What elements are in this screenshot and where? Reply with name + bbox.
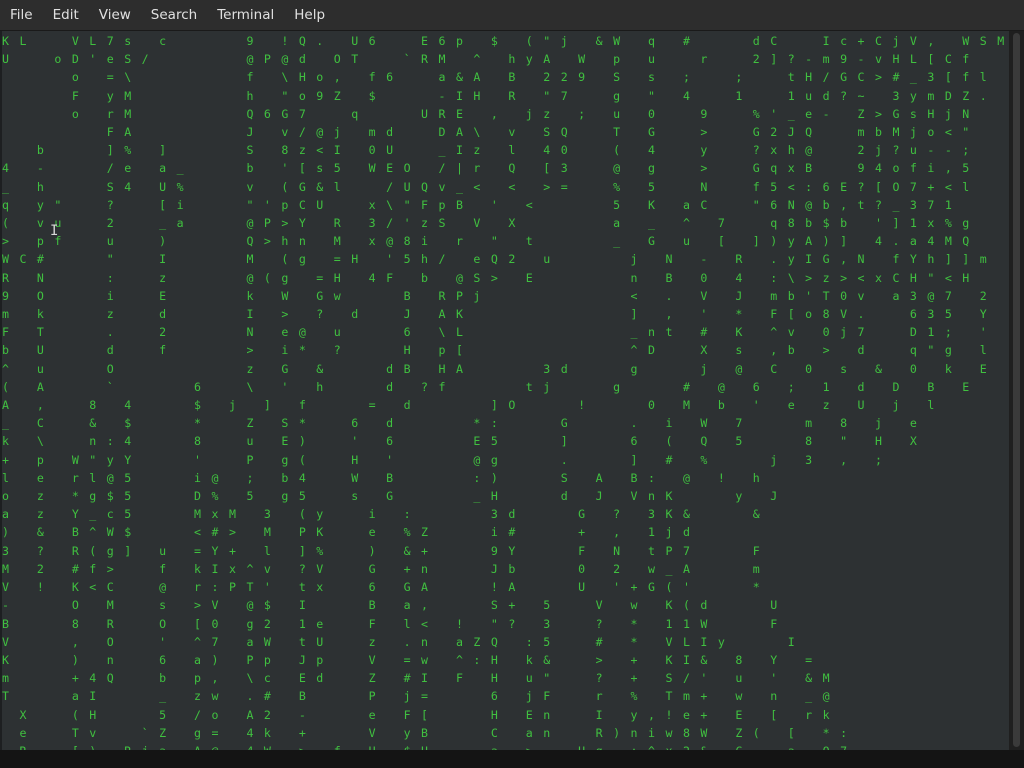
scrollbar-thumb[interactable] [1013,33,1020,747]
terminal-line: b U d f > i * ? H p [ ^ D X s , b > d q … [2,343,989,358]
terminal-line: U o D ' e S / @ P @ d O T ` R M ^ h y A … [2,52,972,67]
terminal-line: o = \ f \ H o , f 6 a & A B 2 2 9 S s ; … [2,70,989,85]
terminal-line: T a I _ z w . # B P j = 6 j F r % T m + … [2,689,832,704]
terminal-line: q y " ? [ i " ' p C U x \ " F p B ' < 5 … [2,197,954,212]
terminal-line: F y M h " o 9 Z $ - I H R " 7 g " 4 1 1 … [2,88,989,103]
terminal-line: V , O ' ^ 7 a W t U z . n a Z Q : 5 # * … [2,634,797,649]
terminal-line: ) & B ^ W $ < # > M P K e % Z i # + , 1 … [2,525,692,540]
terminal-line: o z * g $ 5 D % 5 g 5 s G _ H d J V n K … [2,489,779,504]
terminal-output[interactable]: K L V L 7 s c 9 ! Q . U 6 E 6 p $ ( " j … [2,31,1009,750]
terminal-line: K L V L 7 s c 9 ! Q . U 6 E 6 p $ ( " j … [2,34,1009,48]
window-bottom-edge [0,750,1024,768]
terminal-line: > p f u ) Q > h n M x @ 8 i r " t _ G u … [2,234,972,249]
terminal-line: ^ u O z G & d B H A 3 d g j @ C 0 s & 0 … [2,361,989,376]
terminal-line: F A J v / @ j m d D A \ v S Q T G > G 2 … [2,125,972,140]
terminal-line: V ! K < C @ r : P T ' t x 6 G A ! A U ' … [2,580,762,595]
menu-terminal[interactable]: Terminal [207,0,284,30]
terminal-line: K ) n 6 a ) P p J p V = w ^ : H k & > + … [2,652,814,667]
terminal-line: R [ ) R j a A @ 4 W > f H $ U a > H q ; … [2,742,1009,750]
terminal-line: m + 4 Q b p , \ c E d Z # I F H u " ? + … [2,671,832,686]
terminal-line: _ C & $ * Z S * 6 d * : G . i W 7 m 8 j … [2,416,919,431]
terminal-line: F T . 2 N e @ u 6 \ L _ n t # K ^ v 0 j … [2,325,989,340]
terminal-line: A , 8 4 $ j ] f = d ] O ! 0 M b ' e z U … [2,398,937,413]
menu-file[interactable]: File [0,0,43,30]
menu-view[interactable]: View [89,0,141,30]
text-cursor-icon: I [50,223,59,239]
terminal-line: M 2 # f > f k I x ^ v ? V G + n J b 0 2 … [2,561,762,576]
terminal-line: W C # " I M ( g = H ' 5 h / e Q 2 u j N … [2,252,989,267]
terminal-line: e T v ` Z g = 4 k + V y B C a n R ) n i … [2,725,849,740]
menu-bar: File Edit View Search Terminal Help [0,0,1024,31]
menu-help[interactable]: Help [284,0,335,30]
menu-edit[interactable]: Edit [43,0,89,30]
terminal-line: 9 O i E k W G w B R P j < . V J m b ' T … [2,288,989,303]
terminal-window: File Edit View Search Terminal Help K L … [0,0,1024,768]
menu-search[interactable]: Search [141,0,207,30]
terminal-line: _ h S 4 U % v ( G & l / U Q v _ < < > = … [2,179,972,194]
terminal-line: ( v u 2 _ a @ P > Y R 3 / ' z S V X a _ … [2,216,972,231]
vertical-scrollbar[interactable] [1009,31,1024,750]
terminal-line: ( A ` 6 \ ' h d ? f t j g # @ 6 ; 1 d D … [2,379,972,394]
terminal-line: 3 ? R ( g ] u = Y + l ] % ) & + 9 Y F N … [2,543,762,558]
terminal-line: X ( H 5 / o A 2 - e F [ H E n I y , ! e … [2,707,832,722]
terminal-line: a z Y _ c 5 M x M 3 ( y i : 3 d G ? 3 K … [2,507,762,522]
terminal-line: o r M Q 6 G 7 q U R E , j z ; u 0 9 % ' … [2,106,972,121]
terminal-line: R N : z @ ( g = H 4 F b @ S > E n B 0 4 … [2,270,972,285]
terminal-line: k \ n : 4 8 u E ) ' 6 E 5 ] 6 ( Q 5 8 " … [2,434,919,449]
terminal-line: l e r l @ 5 i @ ; b 4 W B : ) S A B : @ … [2,470,762,485]
terminal-line: - O M s > V @ $ I B a , S + 5 V w K ( d … [2,598,779,613]
terminal-line: 4 - / e a _ b ' [ s 5 W E O / | r Q [ 3 … [2,161,972,176]
terminal-line: B 8 R O [ 0 g 2 1 e F l < ! " ? 3 ? * 1 … [2,616,779,631]
terminal-line: m k z d I > ? d J A K ] , ' * F [ o 8 V … [2,307,989,322]
terminal-line: + p W " y Y ' P g ( H ' @ g . ] # % j 3 … [2,452,884,467]
terminal-line: b ] % ] S 8 z < I 0 U _ I z l 4 0 ( 4 y … [2,143,972,158]
terminal-text: K L V L 7 s c 9 ! Q . U 6 E 6 p $ ( " j … [2,32,1009,750]
